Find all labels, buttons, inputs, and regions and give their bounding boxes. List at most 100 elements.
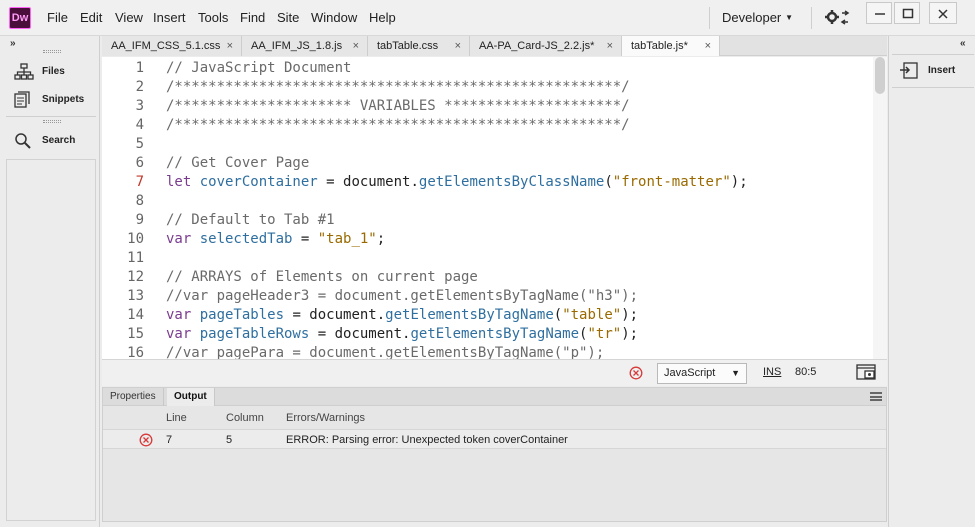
code-text: var pageTableRows = document.getElements… bbox=[166, 325, 638, 344]
insert-panel-button[interactable]: Insert bbox=[899, 61, 969, 81]
code-line[interactable]: 4 /**************************************… bbox=[102, 116, 872, 135]
close-tab-icon[interactable]: × bbox=[705, 36, 711, 56]
output-panel: Properties Output Line Column Errors/War… bbox=[102, 387, 887, 522]
sync-settings-icon[interactable] bbox=[824, 8, 850, 28]
menu-window[interactable]: Window bbox=[311, 0, 357, 36]
error-indicator-icon[interactable] bbox=[629, 366, 643, 383]
code-token-plain: ( bbox=[553, 307, 563, 323]
code-token-variable: pageTables bbox=[199, 307, 285, 323]
code-token-comment: //var pageHeader3 = document.getElements… bbox=[166, 288, 639, 304]
line-number: 7 bbox=[135, 174, 144, 190]
code-line[interactable]: 8 bbox=[102, 192, 872, 211]
scrollbar-thumb[interactable] bbox=[875, 57, 885, 94]
code-text: //var pageHeader3 = document.getElements… bbox=[166, 287, 638, 306]
code-line[interactable]: 1 // JavaScript Document bbox=[102, 59, 872, 78]
tab-label: AA_IFM_JS_1.8.js bbox=[251, 40, 343, 52]
insert-mode-toggle[interactable]: INS bbox=[763, 366, 781, 378]
line-number: 8 bbox=[135, 193, 144, 209]
menu-tools[interactable]: Tools bbox=[198, 0, 228, 36]
maximize-icon bbox=[902, 8, 914, 19]
chevron-down-icon: ▼ bbox=[731, 368, 740, 378]
column-header-line[interactable]: Line bbox=[166, 412, 187, 424]
expand-panels-button[interactable]: » bbox=[10, 38, 16, 49]
left-panel-empty-area bbox=[6, 159, 96, 521]
tab-aa-ifm-js[interactable]: AA_IFM_JS_1.8.js × bbox=[242, 36, 368, 56]
snippets-panel-button[interactable]: Snippets bbox=[14, 90, 94, 110]
code-line[interactable]: 3 /********************* VARIABLES ******… bbox=[102, 97, 872, 116]
code-token-comment: // JavaScript Document bbox=[166, 60, 352, 76]
language-select[interactable]: JavaScript ▼ bbox=[657, 363, 747, 384]
panel-divider bbox=[892, 54, 974, 55]
panel-divider bbox=[6, 116, 96, 117]
live-preview-icon[interactable] bbox=[856, 364, 878, 385]
tab-aa-ifm-css[interactable]: AA_IFM_CSS_5.1.css × bbox=[102, 36, 242, 56]
tab-tabtable-js[interactable]: tabTable.js* × bbox=[622, 36, 720, 56]
code-line[interactable]: 15 var pageTableRows = document.getElemen… bbox=[102, 325, 872, 344]
code-line[interactable]: 12 // ARRAYS of Elements on current page bbox=[102, 268, 872, 287]
line-number: 1 bbox=[135, 60, 144, 76]
menu-find[interactable]: Find bbox=[240, 0, 265, 36]
workspace-switcher[interactable]: Developer ▼ bbox=[709, 5, 805, 31]
search-panel-button[interactable]: Search bbox=[14, 131, 94, 151]
code-text: /***************************************… bbox=[166, 78, 630, 97]
line-number: 13 bbox=[127, 288, 144, 304]
code-token-plain: ); bbox=[730, 174, 748, 190]
vertical-scrollbar[interactable] bbox=[873, 57, 887, 359]
column-header-column[interactable]: Column bbox=[226, 412, 264, 424]
close-tab-icon[interactable]: × bbox=[353, 36, 359, 56]
code-line[interactable]: 16 //var pagePara = document.getElementsB… bbox=[102, 344, 872, 359]
code-token-plain: = bbox=[292, 231, 318, 247]
code-text: // Default to Tab #1 bbox=[166, 211, 335, 230]
search-icon bbox=[15, 133, 31, 149]
error-line-cell: 7 bbox=[166, 434, 173, 446]
code-line[interactable]: 6 // Get Cover Page bbox=[102, 154, 872, 173]
code-line[interactable]: 5 bbox=[102, 135, 872, 154]
files-panel-button[interactable]: Files bbox=[14, 62, 94, 82]
code-line[interactable]: 14 var pageTables = document.getElementsB… bbox=[102, 306, 872, 325]
code-text: //var pagePara = document.getElementsByT… bbox=[166, 344, 604, 359]
table-row[interactable]: 7 5 ERROR: Parsing error: Unexpected tok… bbox=[103, 429, 886, 449]
tab-tabtable-css[interactable]: tabTable.css × bbox=[368, 36, 470, 56]
close-tab-icon[interactable]: × bbox=[607, 36, 613, 56]
code-token-plain: = document. bbox=[317, 174, 419, 190]
code-line[interactable]: 9 // Default to Tab #1 bbox=[102, 211, 872, 230]
tab-label: AA-PA_Card-JS_2.2.js* bbox=[479, 40, 595, 52]
menubar-divider bbox=[811, 7, 812, 29]
status-bar: JavaScript ▼ INS 80:5 bbox=[102, 359, 887, 386]
code-line[interactable]: 10 var selectedTab = "tab_1"; bbox=[102, 230, 872, 249]
menu-file[interactable]: File bbox=[47, 0, 68, 36]
column-header-errors[interactable]: Errors/Warnings bbox=[286, 412, 365, 424]
close-window-button[interactable] bbox=[929, 2, 957, 24]
tab-output[interactable]: Output bbox=[167, 388, 215, 406]
panel-menu-icon[interactable] bbox=[870, 392, 882, 401]
code-token-string: "tr" bbox=[587, 326, 622, 342]
menu-help[interactable]: Help bbox=[369, 0, 396, 36]
panel-divider bbox=[892, 87, 974, 88]
code-line[interactable]: 2 /**************************************… bbox=[102, 78, 872, 97]
tab-aa-pa-card-js[interactable]: AA-PA_Card-JS_2.2.js* × bbox=[470, 36, 622, 56]
minimize-button[interactable] bbox=[866, 2, 892, 24]
panel-grip[interactable] bbox=[43, 120, 61, 123]
menu-insert[interactable]: Insert bbox=[153, 0, 186, 36]
menu-site[interactable]: Site bbox=[277, 0, 299, 36]
close-tab-icon[interactable]: × bbox=[455, 36, 461, 56]
maximize-button[interactable] bbox=[894, 2, 920, 24]
code-token-string: "tab_1" bbox=[317, 231, 377, 247]
collapse-panels-button[interactable]: « bbox=[960, 38, 966, 49]
code-token-comment: // ARRAYS of Elements on current page bbox=[166, 269, 478, 285]
document-tab-bar: AA_IFM_CSS_5.1.css × AA_IFM_JS_1.8.js × … bbox=[102, 36, 887, 56]
code-token-comment: /********************* VARIABLES *******… bbox=[166, 98, 630, 114]
code-text: var pageTables = document.getElementsByT… bbox=[166, 306, 638, 325]
close-tab-icon[interactable]: × bbox=[227, 36, 233, 56]
insert-label: Insert bbox=[928, 65, 956, 76]
code-line[interactable]: 13 //var pageHeader3 = document.getElemen… bbox=[102, 287, 872, 306]
code-token-plain: ( bbox=[604, 174, 613, 190]
code-line[interactable]: 7 let coverContainer = document.getElemen… bbox=[102, 173, 872, 192]
menu-edit[interactable]: Edit bbox=[80, 0, 102, 36]
tab-properties[interactable]: Properties bbox=[103, 388, 164, 406]
code-line[interactable]: 11 bbox=[102, 249, 872, 268]
code-editor[interactable]: 1 // JavaScript Document 2 /***************… bbox=[102, 57, 887, 359]
code-token-plain: ); bbox=[621, 307, 639, 323]
menu-view[interactable]: View bbox=[115, 0, 143, 36]
panel-grip[interactable] bbox=[43, 50, 61, 53]
